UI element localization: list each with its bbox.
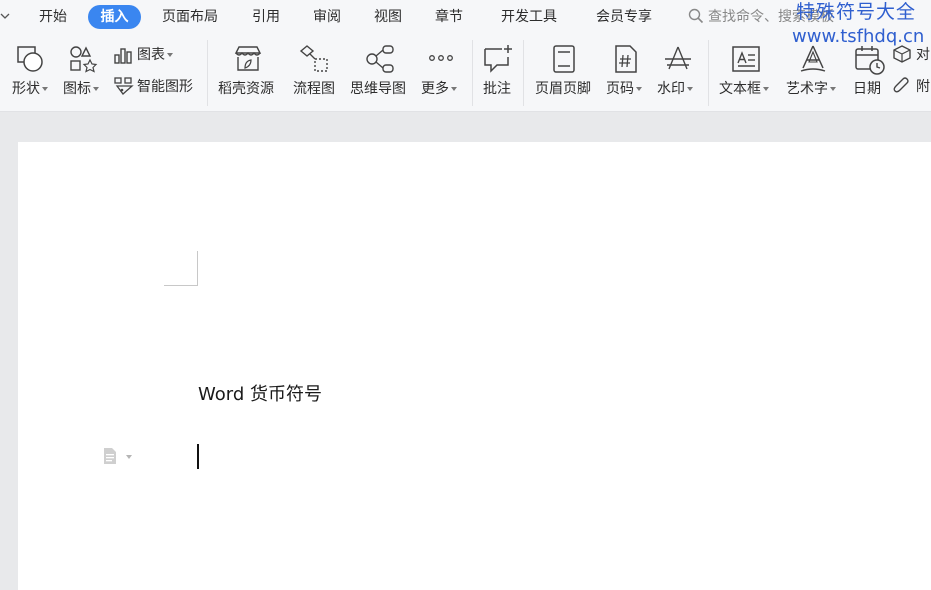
flowchart-label: 流程图 [293, 81, 335, 97]
more-dots-icon [429, 55, 453, 61]
comment-button[interactable]: 批注 [477, 40, 521, 102]
collapse-chevron-icon[interactable] [0, 9, 10, 23]
icons-library-icon [70, 46, 98, 73]
calendar-clock-icon [855, 46, 885, 75]
margin-corner-mark [164, 285, 198, 286]
smart-graphic-label: 智能图形 [137, 79, 193, 95]
shape-button[interactable]: 形状 [8, 40, 54, 102]
more-label: 更多 [421, 81, 449, 97]
mindmap-label: 思维导图 [350, 81, 406, 97]
date-label: 日期 [853, 81, 881, 97]
tab-review[interactable]: 审阅 [304, 5, 350, 29]
icon-button[interactable]: 图标 [60, 40, 106, 102]
document-paragraph[interactable]: Word 货币符号 [198, 383, 322, 407]
paperclip-icon [893, 77, 909, 93]
margin-corner-mark [197, 251, 198, 285]
chevron-down-icon[interactable] [126, 455, 132, 459]
smart-graphic-icon [114, 77, 134, 95]
tab-page-layout[interactable]: 页面布局 [156, 5, 224, 29]
flowchart-icon [299, 45, 328, 72]
tab-view[interactable]: 视图 [365, 5, 411, 29]
watermark-button[interactable]: 水印 [654, 40, 702, 102]
flowchart-button[interactable]: 流程图 [289, 40, 343, 102]
mindmap-icon [366, 45, 394, 73]
docer-resources-label: 稻壳资源 [218, 81, 274, 97]
add-comment-icon [484, 45, 512, 73]
watermark-title: 特殊符号大全 [796, 1, 917, 23]
chevron-down-icon [451, 87, 457, 91]
chevron-down-icon [687, 87, 693, 91]
icon-label: 图标 [63, 81, 91, 97]
tab-member[interactable]: 会员专享 [589, 5, 659, 29]
document-page[interactable] [18, 142, 931, 590]
date-button[interactable]: 日期 [849, 40, 889, 102]
tab-references[interactable]: 引用 [243, 5, 289, 29]
search-icon[interactable] [688, 8, 704, 24]
docer-resources-button[interactable]: 稻壳资源 [215, 40, 283, 102]
object-label: 对 [916, 47, 930, 63]
chart-label: 图表 [137, 47, 165, 63]
bar-chart-icon [114, 48, 132, 64]
shape-icon [17, 46, 43, 72]
chevron-down-icon [42, 87, 48, 91]
page-number-button[interactable]: 页码 [602, 40, 650, 102]
insert-ribbon: 形状 图标 图表 智能图形 稻壳资源 流程图 思维导图 更多 批注 页眉页脚 页… [0, 26, 931, 112]
header-footer-button[interactable]: 页眉页脚 [531, 40, 599, 102]
watermark-url: www.tsfhdq.cn [792, 26, 925, 47]
more-button[interactable]: 更多 [418, 40, 464, 102]
page-number-label: 页码 [606, 81, 634, 97]
shape-label: 形状 [12, 81, 40, 97]
smart-graphic-button[interactable]: 智能图形 [112, 76, 204, 98]
chevron-down-icon [763, 87, 769, 91]
textbox-button[interactable]: 文本框 [715, 40, 777, 102]
tab-sections[interactable]: 章节 [426, 5, 472, 29]
chevron-down-icon [93, 87, 99, 91]
tab-insert[interactable]: 插入 [88, 5, 141, 29]
watermark-icon [665, 46, 691, 70]
watermark-label: 水印 [657, 81, 685, 97]
chevron-down-icon [167, 53, 173, 57]
header-footer-icon [553, 45, 575, 73]
wordart-icon [800, 45, 826, 72]
header-footer-label: 页眉页脚 [535, 81, 591, 97]
tab-home[interactable]: 开始 [29, 5, 77, 29]
paragraph-layout-icon[interactable] [101, 447, 119, 465]
comment-label: 批注 [483, 81, 511, 97]
attachment-label: 附 [916, 79, 930, 95]
text-cursor [197, 444, 199, 469]
attachment-button[interactable]: 附 [892, 76, 931, 98]
textbox-label: 文本框 [719, 81, 761, 97]
tab-developer[interactable]: 开发工具 [494, 5, 564, 29]
mindmap-button[interactable]: 思维导图 [347, 40, 413, 102]
wordart-label: 艺术字 [786, 81, 828, 97]
textbox-icon [732, 46, 760, 72]
chevron-down-icon [636, 87, 642, 91]
wordart-button[interactable]: 艺术字 [782, 40, 844, 102]
store-icon [234, 46, 262, 71]
chart-button[interactable]: 图表 [112, 44, 182, 66]
chevron-down-icon [830, 87, 836, 91]
page-number-icon [615, 45, 637, 73]
